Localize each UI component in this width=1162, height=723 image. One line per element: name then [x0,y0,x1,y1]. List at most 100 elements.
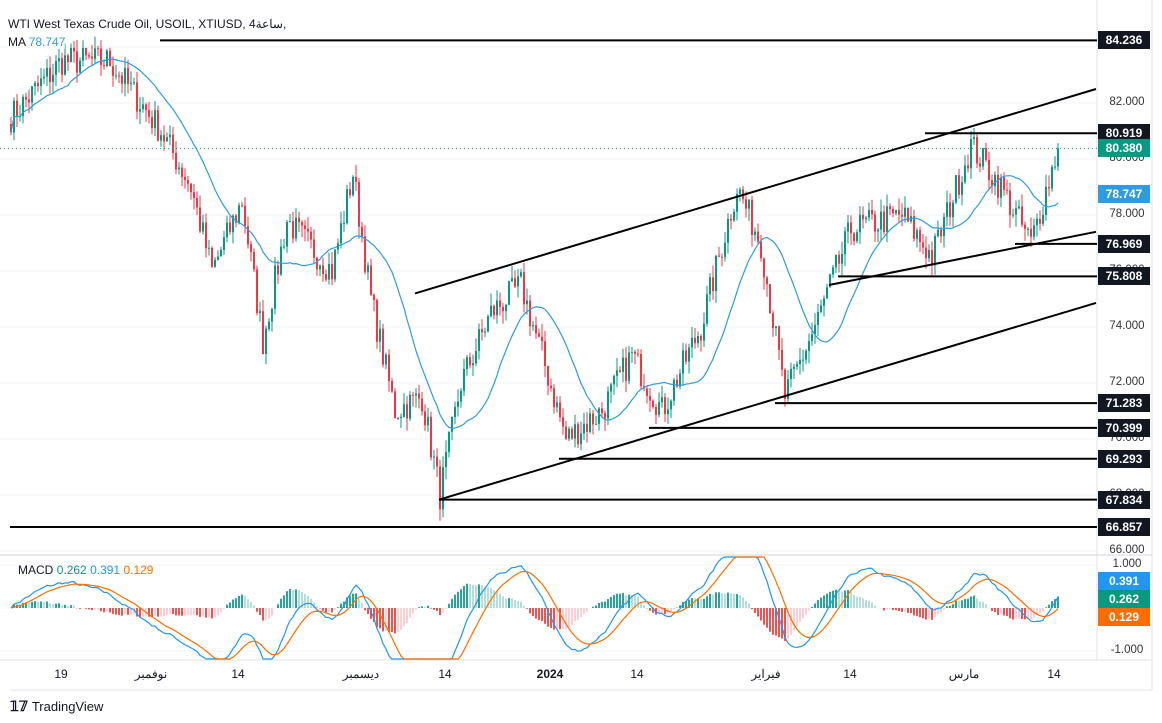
macd-histogram-bar [580,608,582,618]
signal-macd-tag: 0.129 [1098,608,1150,626]
macd-histogram-bar [445,608,447,609]
macd-histogram-bar [754,608,756,613]
candle-body [589,413,591,432]
macd-histogram-bar [115,608,117,615]
macd-histogram-bar [838,590,840,608]
macd-histogram-bar [202,608,204,617]
macd-histogram-bar [289,589,291,608]
macd-histogram-bar [883,608,885,611]
candle-body [826,287,828,299]
candle-body [40,78,42,87]
candle-body [541,336,543,342]
candle-body [565,426,567,439]
candle-body [631,351,633,353]
candle-body [628,352,630,381]
macd-histogram-bar [625,595,627,608]
candle-body [1042,214,1044,224]
macd-histogram-bar [907,608,909,613]
candle-body [961,182,963,195]
candle-body [790,368,792,380]
macd-histogram-bar [358,598,360,608]
macd-histogram-bar [1012,608,1014,620]
macd-histogram-bar [997,608,999,615]
candle-body [67,55,69,62]
macd-histogram-bar [172,608,174,615]
candle-body [958,175,960,195]
signal-value: 0.129 [123,563,154,577]
macd-histogram-bar [460,589,462,608]
macd-histogram-bar [583,608,585,614]
macd-histogram-bar [160,608,162,617]
macd-histogram-bar [508,598,510,608]
candle-body [1000,177,1002,198]
macd-histogram-bar [259,608,261,616]
macd-histogram-bar [520,601,522,608]
candle-body [148,110,150,117]
macd-histogram-bar [40,601,42,608]
macd-histogram-bar [331,608,333,613]
macd-histogram-bar [973,595,975,608]
candle-body [529,300,531,327]
macd-histogram-bar [295,589,297,608]
macd-histogram-bar [340,603,342,608]
macd-histogram-bar [856,596,858,608]
macd-histogram-bar [514,600,516,608]
candle-body [964,165,966,183]
macd-histogram-bar [49,603,51,608]
candle-body [559,402,561,418]
candle-body [610,384,612,392]
candle-body [88,55,90,57]
macd-histogram-bar [874,605,876,608]
macd-histogram-bar [748,603,750,608]
level-price-tag: 70.399 [1098,418,1150,437]
candle-body [316,257,318,270]
candle-body [136,82,138,112]
candle-body [55,61,57,75]
price-chart[interactable] [0,0,1162,723]
macd-histogram-bar [37,601,39,608]
candle-body [310,231,312,240]
candle-body [562,417,564,427]
candle-body [355,176,357,182]
macd-histogram-bar [925,608,927,620]
candle-body [733,211,735,221]
macd-histogram-bar [217,608,219,616]
candle-body [574,424,576,439]
candle-body [640,353,642,387]
macd-histogram-bar [619,593,621,608]
candle-body [715,255,717,292]
macd-histogram-bar [523,606,525,608]
candle-body [451,417,453,432]
macd-histogram-bar [823,595,825,608]
candle-body [433,456,435,458]
macd-histogram-bar [529,608,531,614]
candle-body [184,176,186,180]
macd-histogram-bar [226,604,228,608]
candle-body [115,75,117,77]
macd-histogram-bar [31,601,33,608]
macd-histogram-bar [643,605,645,608]
macd-histogram-bar [361,603,363,608]
tradingview-logo[interactable]: 𝟙𝟟 TradingView [10,698,103,715]
macd-histogram-bar [250,602,252,608]
macd-histogram-bar [211,608,213,619]
macd-histogram-bar [1024,608,1026,620]
candle-body [298,217,300,223]
candle-body [913,216,915,239]
candle-body [226,222,228,238]
macd-histogram-bar [841,591,843,608]
macd-histogram-bar [712,594,714,608]
candle-body [739,189,741,195]
macd-histogram-bar [772,608,774,635]
candle-body [808,341,810,351]
macd-histogram-bar [229,602,231,608]
macd-histogram-bar [940,608,942,613]
macd-histogram-bar [898,608,900,612]
candle-body [361,226,363,237]
candle-body [775,326,777,329]
candle-body [178,167,180,170]
macd-histogram-bar [394,608,396,634]
macd-histogram-bar [538,608,540,621]
price-tick: 82.000 [1109,96,1145,108]
candle-body [817,312,819,325]
